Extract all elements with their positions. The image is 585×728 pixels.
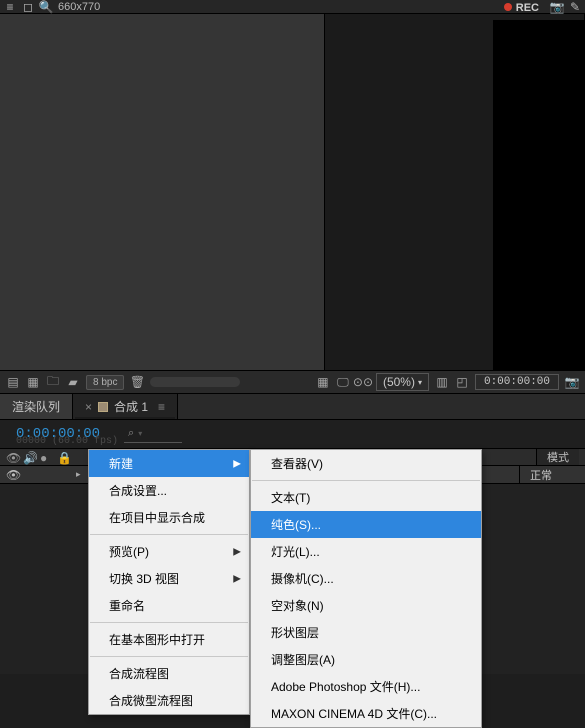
timecode-frames: 00000 (60.00 fps) bbox=[16, 436, 118, 447]
menu-item-solid[interactable]: 纯色(S)... bbox=[251, 511, 481, 538]
lock-column-icon[interactable]: 🔒 bbox=[57, 451, 69, 463]
comp-color-swatch bbox=[98, 402, 108, 412]
menu-item-switch-3d[interactable]: 切换 3D 视图▶ bbox=[89, 565, 249, 592]
menu-item-preview[interactable]: 预览(P)▶ bbox=[89, 538, 249, 565]
solo-column-icon[interactable]: ● bbox=[40, 451, 52, 463]
composition-panel[interactable] bbox=[325, 14, 585, 370]
menu-separator bbox=[90, 656, 248, 657]
menu-item-flowchart[interactable]: 合成流程图 bbox=[89, 660, 249, 687]
trash-icon[interactable]: 🗑 bbox=[130, 375, 144, 389]
composition-viewport[interactable] bbox=[493, 20, 584, 370]
mode-column-header[interactable]: 模式 bbox=[536, 449, 579, 465]
menu-item-mini-flowchart[interactable]: 合成微型流程图 bbox=[89, 687, 249, 714]
window-icon[interactable]: ◻ bbox=[22, 1, 34, 13]
menu-item-new[interactable]: 新建▶ bbox=[89, 450, 249, 477]
menu-separator bbox=[90, 534, 248, 535]
brush-icon[interactable]: ✎ bbox=[569, 1, 581, 13]
menu-item-text[interactable]: 文本(T) bbox=[251, 484, 481, 511]
project-panel[interactable] bbox=[0, 14, 325, 370]
camera-icon[interactable]: 📷 bbox=[565, 375, 579, 389]
list-view-icon[interactable]: ▤ bbox=[6, 375, 20, 389]
twirl-icon[interactable]: ▸ bbox=[76, 469, 81, 480]
eye-icon[interactable]: 👁 bbox=[6, 468, 18, 482]
toggle-mask-icon[interactable]: ⊙⊙ bbox=[356, 375, 370, 389]
tag-icon[interactable]: ▰ bbox=[66, 375, 80, 389]
menu-item-reveal-in-project[interactable]: 在项目中显示合成 bbox=[89, 504, 249, 531]
region-icon[interactable]: ◰ bbox=[455, 375, 469, 389]
search-icon: ⌕ bbox=[128, 427, 134, 440]
video-column-icon[interactable]: 👁 bbox=[6, 451, 18, 463]
context-submenu-new: 查看器(V) 文本(T) 纯色(S)... 灯光(L)... 摄像机(C)...… bbox=[250, 449, 482, 728]
footer-timecode[interactable]: 0:00:00:00 bbox=[475, 374, 559, 390]
bit-depth-button[interactable]: 8 bpc bbox=[86, 375, 124, 390]
footer-toolbar: ▤ ▦ 🗀 ▰ 8 bpc 🗑 ▦ 🖵 ⊙⊙ (50%)▾ ▥ ◰ 0:00:0… bbox=[0, 370, 585, 394]
layer-search[interactable]: ⌕ ▾ bbox=[124, 425, 182, 443]
context-menu: 新建▶ 合成设置... 在项目中显示合成 预览(P)▶ 切换 3D 视图▶ 重命… bbox=[88, 449, 250, 715]
menu-item-shape[interactable]: 形状图层 bbox=[251, 619, 481, 646]
tab-comp-1[interactable]: × 合成 1 ≡ bbox=[73, 394, 178, 419]
menu-item-photoshop-file[interactable]: Adobe Photoshop 文件(H)... bbox=[251, 673, 481, 700]
tab-render-queue[interactable]: 渲染队列 bbox=[0, 394, 73, 419]
menu-item-comp-settings[interactable]: 合成设置... bbox=[89, 477, 249, 504]
tab-label: 渲染队列 bbox=[12, 398, 60, 415]
menu-item-null[interactable]: 空对象(N) bbox=[251, 592, 481, 619]
menu-separator bbox=[252, 480, 480, 481]
menu-item-light[interactable]: 灯光(L)... bbox=[251, 538, 481, 565]
folder-icon[interactable]: 🗀 bbox=[46, 375, 60, 389]
resolution-icon[interactable]: ▥ bbox=[435, 375, 449, 389]
magnification-dropdown[interactable]: (50%)▾ bbox=[376, 373, 429, 391]
audio-column-icon[interactable]: 🔊 bbox=[23, 451, 35, 463]
toggle-grid-icon[interactable]: ▦ bbox=[316, 375, 330, 389]
toggle-monitor-icon[interactable]: 🖵 bbox=[336, 375, 350, 389]
timeline-tabs: 渲染队列 × 合成 1 ≡ bbox=[0, 394, 585, 420]
snapshot-icon[interactable]: 📷 bbox=[551, 1, 563, 13]
top-toolbar: ≡ ◻ 🔍 660x770 REC 📷 ✎ bbox=[0, 0, 585, 14]
menu-item-c4d-file[interactable]: MAXON CINEMA 4D 文件(C)... bbox=[251, 700, 481, 727]
exposure-slider[interactable] bbox=[150, 377, 240, 387]
layer-mode-value[interactable]: 正常 bbox=[519, 466, 579, 483]
menu-icon[interactable]: ≡ bbox=[4, 1, 16, 13]
menu-item-camera[interactable]: 摄像机(C)... bbox=[251, 565, 481, 592]
tab-label: 合成 1 bbox=[114, 398, 148, 415]
search-input[interactable]: 660x770 bbox=[58, 1, 100, 13]
grid-view-icon[interactable]: ▦ bbox=[26, 375, 40, 389]
menu-item-viewer[interactable]: 查看器(V) bbox=[251, 450, 481, 477]
menu-item-rename[interactable]: 重命名 bbox=[89, 592, 249, 619]
menu-separator bbox=[90, 622, 248, 623]
rec-indicator[interactable]: REC bbox=[504, 0, 539, 14]
search-icon[interactable]: 🔍 bbox=[40, 1, 52, 13]
tab-options-icon[interactable]: ≡ bbox=[158, 400, 165, 414]
viewer-row bbox=[0, 14, 585, 370]
menu-item-open-egp[interactable]: 在基本图形中打开 bbox=[89, 626, 249, 653]
